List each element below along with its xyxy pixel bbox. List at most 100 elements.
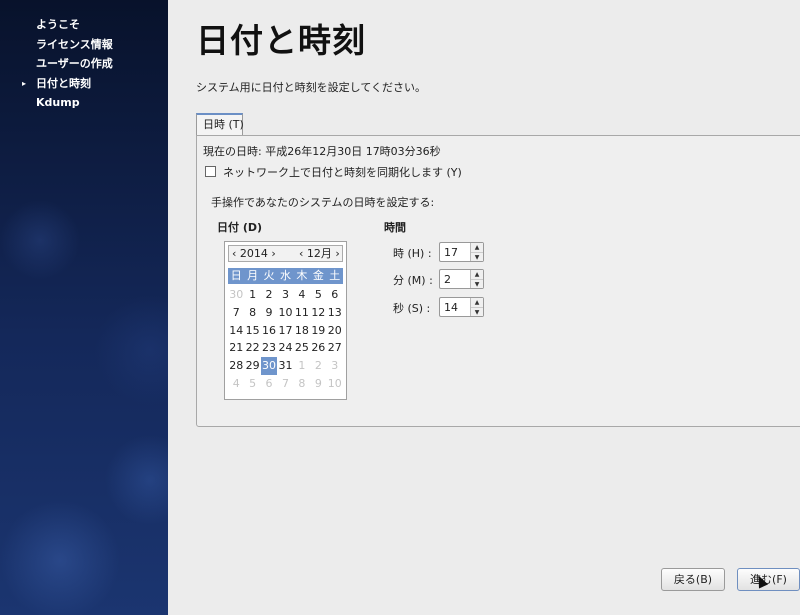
calendar-header: ‹ 2014 › ‹ 12月 › — [228, 245, 343, 262]
calendar-day[interactable]: 15 — [244, 322, 260, 340]
calendar-day[interactable]: 6 — [261, 375, 277, 393]
weekday-label: 水 — [279, 269, 291, 282]
calendar-day[interactable]: 4 — [294, 286, 310, 304]
spin-down-icon[interactable]: ▼ — [471, 279, 483, 289]
second-label: 秒 (S) : — [393, 302, 431, 315]
sidebar-item-create-user: ユーザーの作成 — [22, 54, 113, 74]
calendar-day[interactable]: 9 — [261, 304, 277, 322]
minute-value[interactable]: 2 — [444, 273, 451, 286]
second-spin-buttons: ▲ ▼ — [470, 298, 483, 316]
page-description: システム用に日付と時刻を設定してください。 — [196, 81, 427, 94]
calendar-day[interactable]: 2 — [310, 357, 326, 375]
hour-spinner[interactable]: 17 ▲ ▼ — [439, 242, 484, 262]
calendar-day[interactable]: 29 — [244, 357, 260, 375]
hour-spin-buttons: ▲ ▼ — [470, 243, 483, 261]
time-section-label: 時間 — [384, 221, 406, 234]
calendar-day[interactable]: 12 — [310, 304, 326, 322]
calendar-day[interactable]: 1 — [244, 286, 260, 304]
sidebar-item-label: 日付と時刻 — [36, 76, 91, 90]
calendar-day[interactable]: 21 — [228, 339, 244, 357]
spin-down-icon[interactable]: ▼ — [471, 307, 483, 317]
calendar-day[interactable]: 23 — [261, 339, 277, 357]
calendar-week: 4 5 6 7 8 9 10 — [228, 375, 343, 393]
calendar-week: 21 22 23 24 25 26 27 — [228, 339, 343, 357]
calendar-day[interactable]: 3 — [327, 357, 343, 375]
tab-date-time[interactable]: 日時 (T) — [196, 113, 244, 135]
sidebar: ようこそ ライセンス情報 ユーザーの作成 ▸ 日付と時刻 Kdump — [0, 0, 168, 615]
spin-up-icon[interactable]: ▲ — [471, 243, 483, 252]
hour-label: 時 (H) : — [393, 247, 432, 260]
calendar-week: 30 1 2 3 4 5 6 — [228, 286, 343, 304]
calendar-day[interactable]: 14 — [228, 322, 244, 340]
sidebar-item-license: ライセンス情報 — [22, 35, 113, 55]
calendar-day[interactable]: 27 — [327, 339, 343, 357]
calendar-day[interactable]: 7 — [277, 375, 293, 393]
main-content: 日付と時刻 システム用に日付と時刻を設定してください。 日時 (T) 現在の日時… — [168, 0, 800, 615]
calendar-day[interactable]: 11 — [294, 304, 310, 322]
calendar-day[interactable]: 18 — [294, 322, 310, 340]
calendar-day[interactable]: 1 — [294, 357, 310, 375]
current-datetime: 現在の日時: 平成26年12月30日 17時03分36秒 — [203, 145, 441, 158]
spin-down-icon[interactable]: ▼ — [471, 252, 483, 262]
sidebar-item-label: ようこそ — [36, 18, 80, 31]
calendar-day[interactable]: 7 — [228, 304, 244, 322]
minute-spin-buttons: ▲ ▼ — [470, 270, 483, 288]
current-step-arrow-icon: ▸ — [22, 78, 27, 88]
calendar-day[interactable]: 22 — [244, 339, 260, 357]
calendar-day[interactable]: 30 — [228, 286, 244, 304]
ntp-sync-label: ネットワーク上で日付と時刻を同期化します (Y) — [223, 166, 462, 179]
calendar-day[interactable]: 3 — [277, 286, 293, 304]
date-time-panel: 現在の日時: 平成26年12月30日 17時03分36秒 ネットワーク上で日付と… — [196, 135, 800, 427]
calendar-day[interactable]: 17 — [277, 322, 293, 340]
calendar-day[interactable]: 8 — [294, 375, 310, 393]
calendar-week: 14 15 16 17 18 19 20 — [228, 322, 343, 340]
calendar-day[interactable]: 26 — [310, 339, 326, 357]
next-button[interactable]: 進む(F) — [737, 568, 800, 591]
calendar-day[interactable]: 6 — [327, 286, 343, 304]
calendar-days: 30 1 2 3 4 5 6 7 8 9 10 11 12 13 14 15 1… — [228, 286, 343, 393]
sidebar-item-welcome: ようこそ — [22, 15, 113, 35]
calendar-day[interactable]: 24 — [277, 339, 293, 357]
calendar-day[interactable]: 9 — [310, 375, 326, 393]
weekday-label: 金 — [312, 269, 324, 282]
manual-set-label: 手操作であなたのシステムの日時を設定する: — [211, 196, 435, 209]
hour-value[interactable]: 17 — [444, 246, 458, 259]
sidebar-item-label: Kdump — [36, 96, 80, 109]
year-selector[interactable]: ‹ 2014 › — [232, 246, 276, 261]
spin-up-icon[interactable]: ▲ — [471, 298, 483, 307]
second-value[interactable]: 14 — [444, 301, 458, 314]
calendar-week: 7 8 9 10 11 12 13 — [228, 304, 343, 322]
calendar-day[interactable]: 5 — [244, 375, 260, 393]
calendar-day[interactable]: 20 — [327, 322, 343, 340]
calendar-week: 28 29 30 31 1 2 3 — [228, 357, 343, 375]
sidebar-item-date-time: ▸ 日付と時刻 — [22, 74, 113, 94]
calendar-day[interactable]: 10 — [327, 375, 343, 393]
calendar-day[interactable]: 25 — [294, 339, 310, 357]
calendar-day[interactable]: 5 — [310, 286, 326, 304]
calendar-day[interactable]: 2 — [261, 286, 277, 304]
back-button[interactable]: 戻る(B) — [661, 568, 725, 591]
calendar-day[interactable]: 19 — [310, 322, 326, 340]
spin-up-icon[interactable]: ▲ — [471, 270, 483, 279]
weekday-header: 日 月 火 水 木 金 土 — [228, 268, 343, 284]
minute-spinner[interactable]: 2 ▲ ▼ — [439, 269, 484, 289]
month-selector[interactable]: ‹ 12月 › — [299, 246, 340, 261]
page-title: 日付と時刻 — [196, 21, 366, 60]
calendar-day[interactable]: 28 — [228, 357, 244, 375]
sidebar-item-kdump: Kdump — [22, 93, 113, 113]
calendar-day[interactable]: 31 — [277, 357, 293, 375]
date-section-label: 日付 (D) — [217, 221, 263, 234]
calendar-day[interactable]: 8 — [244, 304, 260, 322]
second-spinner[interactable]: 14 ▲ ▼ — [439, 297, 484, 317]
calendar-day-selected[interactable]: 30 — [260, 357, 278, 375]
ntp-sync-checkbox[interactable] — [205, 166, 216, 177]
ntp-sync-option[interactable]: ネットワーク上で日付と時刻を同期化します (Y) — [205, 164, 462, 180]
calendar: ‹ 2014 › ‹ 12月 › 日 月 火 水 木 金 土 30 1 2 3 … — [224, 241, 347, 400]
sidebar-item-label: ユーザーの作成 — [36, 57, 113, 70]
calendar-day[interactable]: 13 — [327, 304, 343, 322]
calendar-day[interactable]: 4 — [228, 375, 244, 393]
calendar-day[interactable]: 16 — [261, 322, 277, 340]
sidebar-item-label: ライセンス情報 — [36, 37, 113, 51]
weekday-label: 日 — [230, 269, 242, 282]
calendar-day[interactable]: 10 — [277, 304, 293, 322]
